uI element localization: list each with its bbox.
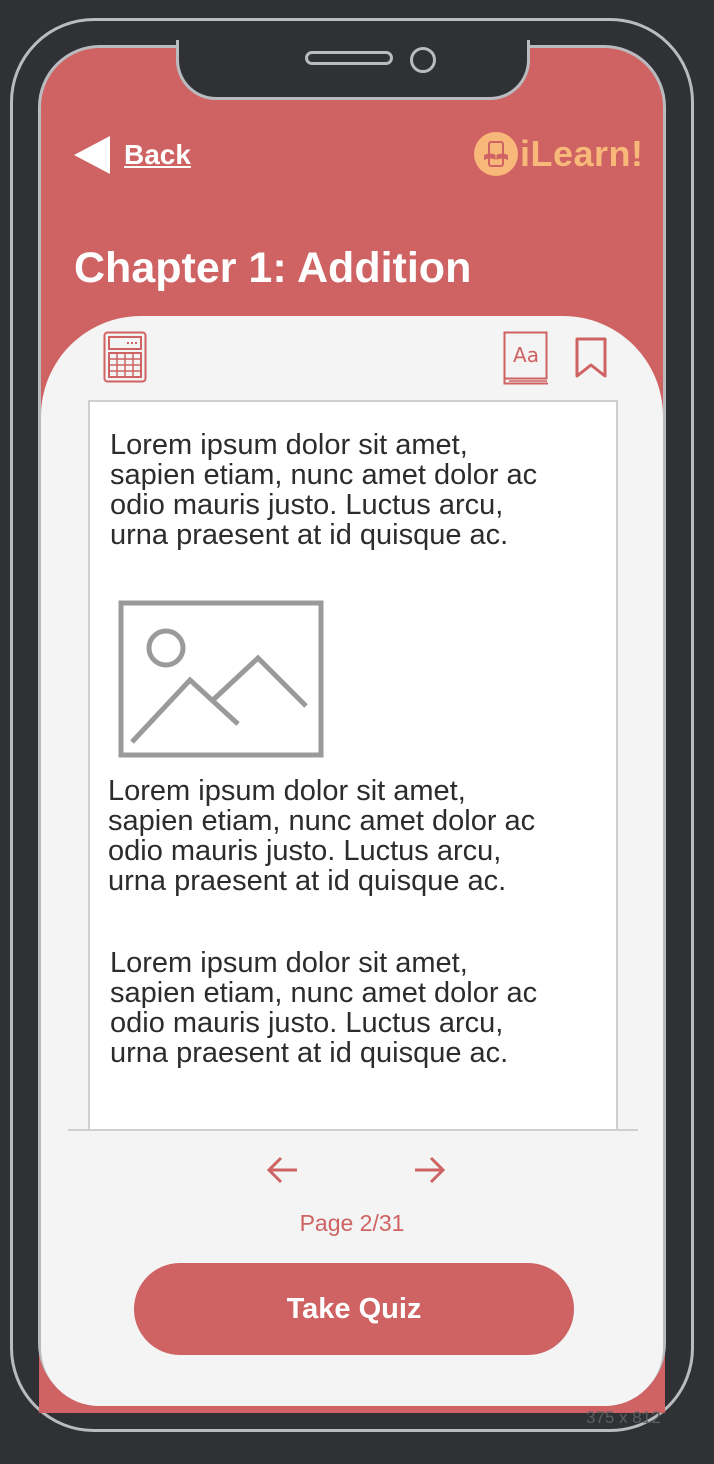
canvas: Back iLearn! Chapter 1: Addition Aa Lore… <box>0 0 714 1464</box>
page-title: Chapter 1: Addition <box>74 244 472 292</box>
frame-size-label: 375 x 812 <box>586 1408 661 1427</box>
next-page-button[interactable] <box>411 1152 447 1188</box>
divider <box>68 1129 638 1131</box>
app-logo: iLearn! <box>474 132 644 176</box>
page-indicator: Page 2/31 <box>299 1210 405 1236</box>
tablet-book-icon <box>474 132 518 176</box>
speaker-grille <box>305 51 393 65</box>
back-arrow-icon <box>74 136 110 174</box>
dictionary-glyph: Aa <box>513 343 539 367</box>
logo-text: iLearn! <box>520 133 644 174</box>
reading-page[interactable]: Lorem ipsum dolor sit amet, sapien etiam… <box>88 400 618 1130</box>
paragraph: Lorem ipsum dolor sit amet, sapien etiam… <box>110 429 538 551</box>
calculator-icon[interactable] <box>103 331 147 388</box>
back-button[interactable]: Back <box>74 134 191 176</box>
front-camera <box>410 47 436 73</box>
take-quiz-button[interactable]: Take Quiz <box>134 1263 574 1355</box>
image-placeholder-icon <box>118 600 324 763</box>
arrow-left-icon <box>266 1156 297 1184</box>
previous-page-button[interactable] <box>265 1152 301 1188</box>
paragraph: Lorem ipsum dolor sit amet, sapien etiam… <box>110 947 538 1069</box>
back-label: Back <box>124 139 191 170</box>
arrow-right-icon <box>415 1156 446 1184</box>
bookmark-icon[interactable] <box>574 336 608 385</box>
dictionary-icon[interactable]: Aa <box>503 331 549 390</box>
paragraph: Lorem ipsum dolor sit amet, sapien etiam… <box>108 775 536 897</box>
phone-notch <box>176 40 530 100</box>
